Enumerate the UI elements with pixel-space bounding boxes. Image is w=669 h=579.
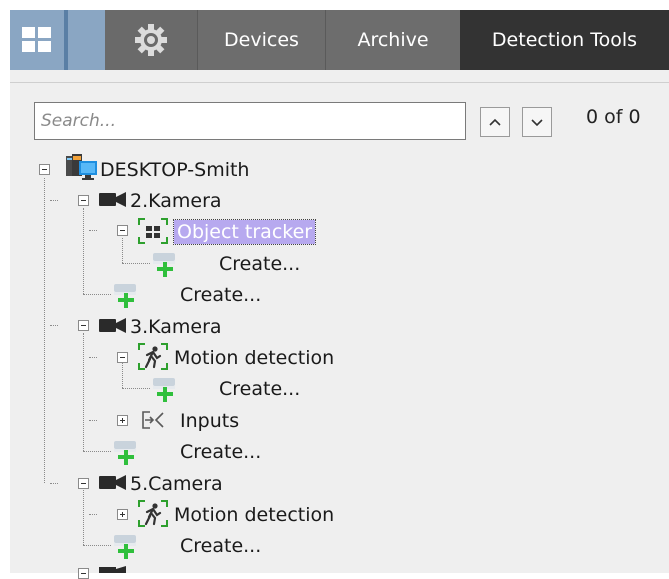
camera-icon — [99, 318, 126, 333]
toolbar-separator — [64, 10, 68, 70]
tree-node-camera[interactable]: 5.Camera — [130, 472, 223, 496]
tree-node-camera[interactable]: 2.Kamera — [130, 189, 222, 213]
collapse-toggle[interactable] — [117, 225, 128, 236]
device-tree: DESKTOP-Smith 2.Kamera Object tracker Cr… — [10, 70, 669, 579]
tree-connector — [122, 363, 123, 388]
collapse-toggle[interactable] — [39, 164, 50, 175]
grid-icon — [22, 27, 51, 52]
layouts-button[interactable] — [10, 10, 105, 70]
tree-node-object-tracker[interactable]: Object tracker — [172, 219, 317, 245]
tab-archive[interactable]: Archive — [325, 10, 460, 70]
create-icon — [114, 441, 136, 465]
tree-node-create[interactable]: Create... — [219, 377, 300, 401]
tree-connector — [50, 325, 58, 326]
camera-icon — [99, 566, 126, 573]
create-icon — [114, 535, 136, 559]
create-icon — [153, 253, 175, 277]
create-icon — [153, 378, 175, 402]
motion-detection-icon — [138, 500, 168, 527]
tree-connector — [89, 514, 97, 515]
tree-connector — [122, 238, 123, 263]
tree-connector — [122, 388, 150, 389]
camera-icon — [99, 475, 126, 490]
tree-connector — [50, 483, 58, 484]
tree-connector — [122, 263, 150, 264]
tree-connector — [83, 545, 111, 546]
tab-detection-tools[interactable]: Detection Tools — [460, 10, 669, 70]
collapse-toggle[interactable] — [78, 320, 89, 331]
settings-button[interactable] — [105, 10, 197, 70]
collapse-toggle[interactable] — [117, 352, 128, 363]
expand-toggle[interactable] — [117, 415, 128, 426]
tree-node-create[interactable]: Create... — [180, 440, 261, 464]
tree-connector — [89, 230, 97, 231]
tree-node-create[interactable]: Create... — [180, 283, 261, 307]
tree-connector — [83, 451, 111, 452]
inputs-icon — [142, 411, 164, 429]
tree-connector — [83, 294, 111, 295]
tree-node-create[interactable]: Create... — [219, 252, 300, 276]
tree-node-camera[interactable]: 3.Kamera — [130, 315, 222, 339]
collapse-toggle[interactable] — [78, 195, 89, 206]
tree-node-inputs[interactable]: Inputs — [180, 409, 239, 433]
expand-toggle[interactable] — [117, 509, 128, 520]
tree-connector — [50, 200, 58, 201]
top-toolbar: Devices Archive Detection Tools — [10, 10, 669, 70]
tree-connector — [83, 208, 84, 294]
server-icon — [66, 154, 97, 180]
tree-node-create[interactable]: Create... — [180, 534, 261, 558]
detection-tools-panel: 0 of 0 — [10, 70, 669, 579]
tree-connector — [83, 333, 84, 451]
tree-connector — [83, 488, 84, 545]
tab-devices[interactable]: Devices — [197, 10, 325, 70]
gear-icon — [135, 24, 167, 56]
tree-node-motion-detection[interactable]: Motion detection — [174, 346, 334, 370]
motion-detection-icon — [138, 343, 168, 370]
collapse-toggle[interactable] — [78, 568, 89, 579]
tree-connector — [44, 178, 45, 483]
tree-node-root[interactable]: DESKTOP-Smith — [100, 158, 249, 182]
tree-connector — [89, 357, 97, 358]
camera-icon — [99, 192, 126, 207]
tree-connector — [89, 420, 97, 421]
object-tracker-icon — [138, 218, 168, 244]
tree-node-motion-detection[interactable]: Motion detection — [174, 503, 334, 527]
create-icon — [114, 284, 136, 308]
collapse-toggle[interactable] — [78, 478, 89, 489]
